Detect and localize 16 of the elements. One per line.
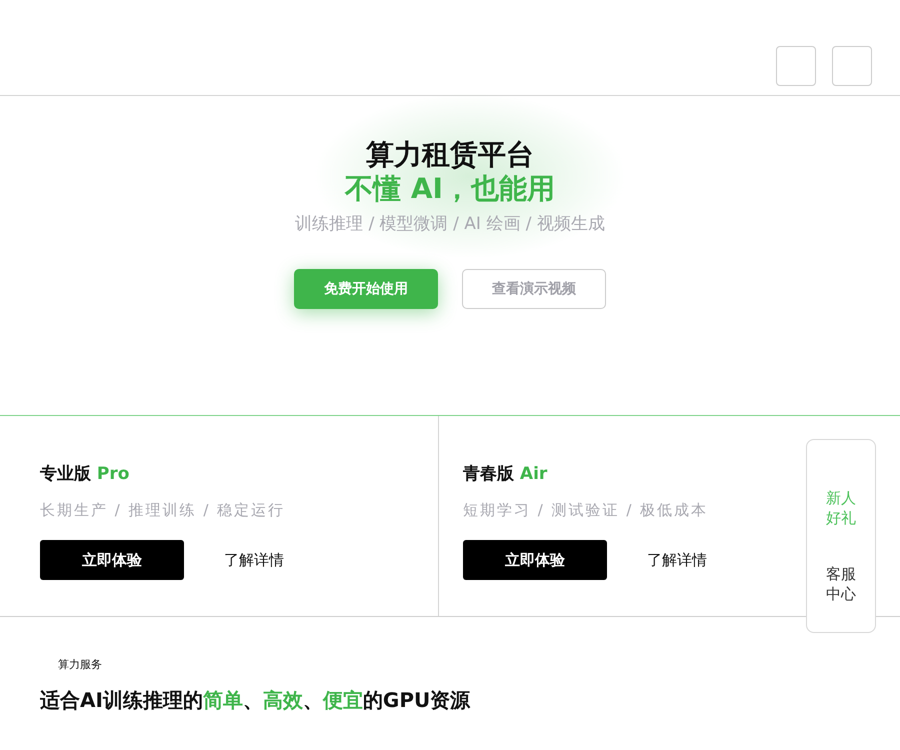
hero-tagline: 训练推理 / 模型微调 / AI 绘画 / 视频生成 (295, 213, 605, 235)
header-button[interactable] (832, 46, 872, 86)
plan-features: 短期学习 / 测试验证 / 极低成本 (463, 501, 708, 520)
section-heading: 适合AI训练推理的简单、高效、便宜的GPU资源 (40, 688, 472, 712)
hero-title: 算力租赁平台 (366, 138, 534, 172)
side-panel-link[interactable]: 客服中心 (824, 564, 858, 604)
details-link[interactable]: 了解详情 (647, 550, 707, 570)
try-now-button[interactable]: 立即体验 (463, 540, 607, 580)
plan-features: 长期生产 / 推理训练 / 稳定运行 (40, 501, 286, 520)
section-label: 算力服务 (58, 657, 103, 672)
header-button[interactable] (776, 46, 816, 86)
hero-slogan: 不懂 AI，也能用 (345, 172, 555, 206)
plan-title: 专业版 Pro (40, 463, 130, 485)
try-now-button[interactable]: 立即体验 (40, 540, 184, 580)
details-link[interactable]: 了解详情 (224, 550, 284, 570)
plan-title: 青春版 Air (463, 463, 548, 485)
